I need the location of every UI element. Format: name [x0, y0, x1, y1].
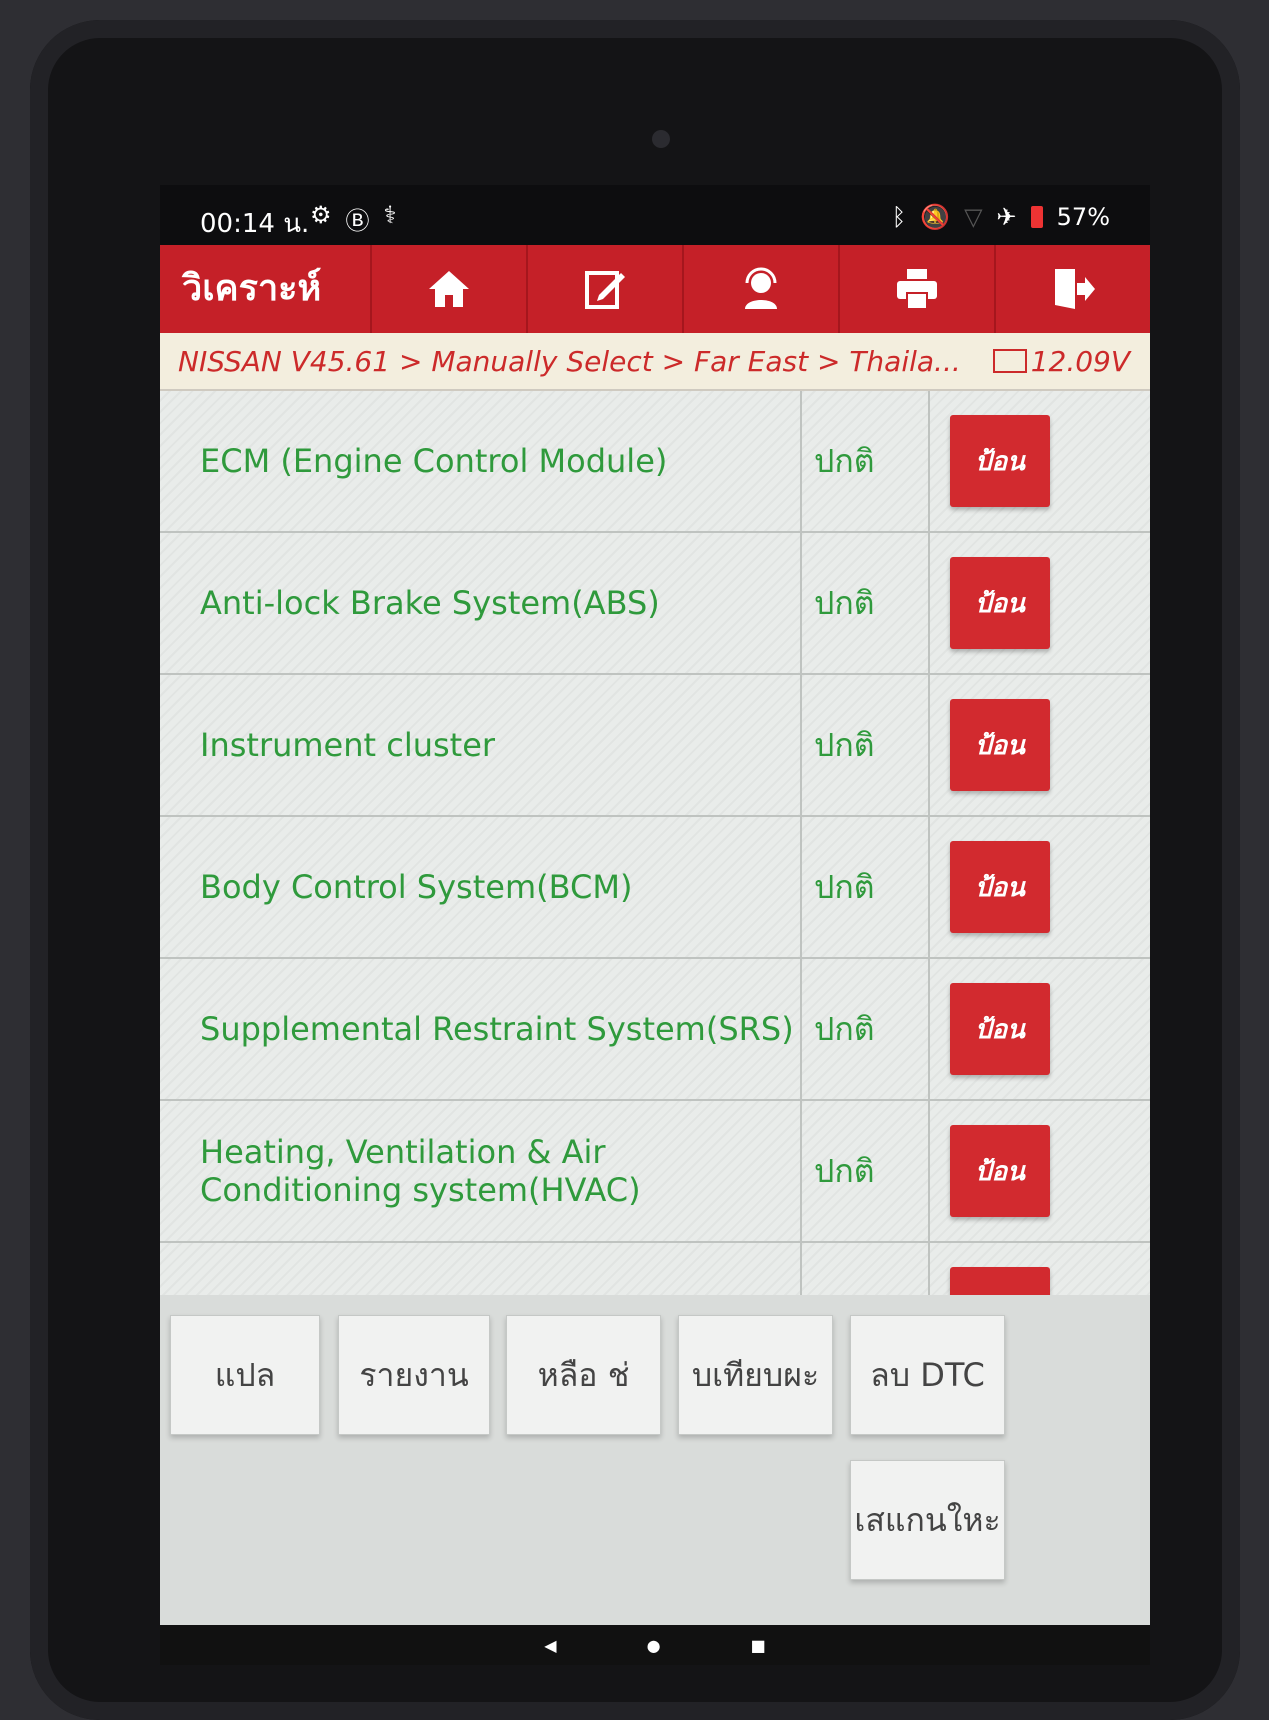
compare-button[interactable]: บเทียบผะ [678, 1315, 833, 1435]
system-name: Instrument cluster [200, 726, 496, 764]
car-battery-icon [992, 349, 1027, 373]
system-status: ปกติ [800, 1101, 930, 1241]
print-button[interactable] [838, 245, 994, 333]
android-nav-bar: ◀ ● ■ [160, 1625, 1150, 1665]
breadcrumb-path: NISSAN V45.61 > Manually Select > Far Ea… [178, 345, 961, 378]
system-name: Heating, Ventilation & Air Conditioning … [200, 1133, 641, 1209]
enter-button[interactable]: ป้อน [950, 841, 1050, 933]
system-status: ปกติ [800, 391, 930, 531]
breadcrumb: NISSAN V45.61 > Manually Select > Far Ea… [160, 333, 1150, 391]
edit-button[interactable] [526, 245, 682, 333]
clear-dtc-button[interactable]: ลบ DTC [850, 1315, 1005, 1435]
main-toolbar: วิเคราะห์ [160, 245, 1150, 333]
system-status: ปกติ [800, 675, 930, 815]
airplane-icon: ✈ [996, 203, 1017, 231]
print-icon [897, 269, 937, 310]
battery-voltage: 12.09V [992, 345, 1130, 378]
system-name: Supplemental Restraint System(SRS) [200, 1010, 794, 1048]
voltage-value: 12.09V [1030, 345, 1130, 378]
system-name: Body Control System(BCM) [200, 868, 633, 906]
home-button[interactable] [370, 245, 526, 333]
system-row-bcm: Body Control System(BCM) ปกติ ป้อน [160, 817, 1150, 959]
system-row-srs: Supplemental Restraint System(SRS) ปกติ … [160, 959, 1150, 1101]
status-time: 00:14 น. [200, 209, 310, 239]
system-row-cluster: Instrument cluster ปกติ ป้อน [160, 675, 1150, 817]
translate-button[interactable]: แปล [170, 1315, 320, 1435]
enter-button[interactable]: ป้อน [950, 699, 1050, 791]
support-icon [745, 267, 777, 309]
exit-button[interactable] [994, 245, 1150, 333]
wifi-icon: ▽ [964, 203, 983, 231]
bottom-action-bar: แปล รายงาน หลือ ช่ บเทียบผะ ลบ DTC เสแกน… [160, 1295, 1150, 1665]
system-row-ecm: ECM (Engine Control Module) ปกติ ป้อน [160, 391, 1150, 533]
toolbar-title: วิเคราะห์ [182, 268, 322, 309]
status-bar: 00:14 น. ⚙ Ⓑ ⚕ ᛒ 🔕 ▽ ✈ 57% [160, 185, 1150, 245]
gear-icon: ⚙ [310, 201, 332, 229]
home-nav-icon[interactable]: ● [647, 1636, 661, 1655]
device-screen: 00:14 น. ⚙ Ⓑ ⚕ ᛒ 🔕 ▽ ✈ 57% วิเคราะห์ NIS… [160, 185, 1150, 1665]
battery-icon [1030, 206, 1043, 228]
system-list: ECM (Engine Control Module) ปกติ ป้อน An… [160, 391, 1150, 1385]
enter-button[interactable]: ป้อน [950, 1125, 1050, 1217]
system-name: ECM (Engine Control Module) [200, 442, 668, 480]
rescan-button[interactable]: เสแกนใหะ [850, 1460, 1005, 1580]
mute-icon: 🔕 [920, 203, 951, 231]
system-name: Anti-lock Brake System(ABS) [200, 584, 660, 622]
system-status: ปกติ [800, 817, 930, 957]
enter-button[interactable]: ป้อน [950, 557, 1050, 649]
home-icon [429, 271, 469, 307]
enter-button[interactable]: ป้อน [950, 415, 1050, 507]
back-icon[interactable]: ◀ [544, 1636, 556, 1655]
system-row-abs: Anti-lock Brake System(ABS) ปกติ ป้อน [160, 533, 1150, 675]
bluetooth-icon: ᛒ [891, 203, 907, 231]
system-status: ปกติ [800, 533, 930, 673]
recents-icon[interactable]: ■ [751, 1636, 766, 1655]
system-status: ปกติ [800, 959, 930, 1099]
report-button[interactable]: รายงาน [338, 1315, 490, 1435]
battery-percent: 57% [1056, 203, 1110, 231]
edit-icon [585, 271, 625, 309]
enter-button[interactable]: ป้อน [950, 983, 1050, 1075]
status-left-icons: ⚙ Ⓑ ⚕ [310, 201, 397, 236]
stethoscope-icon: ⚕ [383, 201, 397, 229]
exit-icon [1055, 269, 1095, 309]
support-button[interactable] [682, 245, 838, 333]
front-camera [652, 130, 670, 148]
system-row-hvac: Heating, Ventilation & Air Conditioning … [160, 1101, 1150, 1243]
help-button[interactable]: หลือ ช่ [506, 1315, 661, 1435]
status-right-icons: ᛒ 🔕 ▽ ✈ 57% [892, 203, 1110, 231]
bluetooth-circle-icon: Ⓑ [345, 207, 370, 235]
